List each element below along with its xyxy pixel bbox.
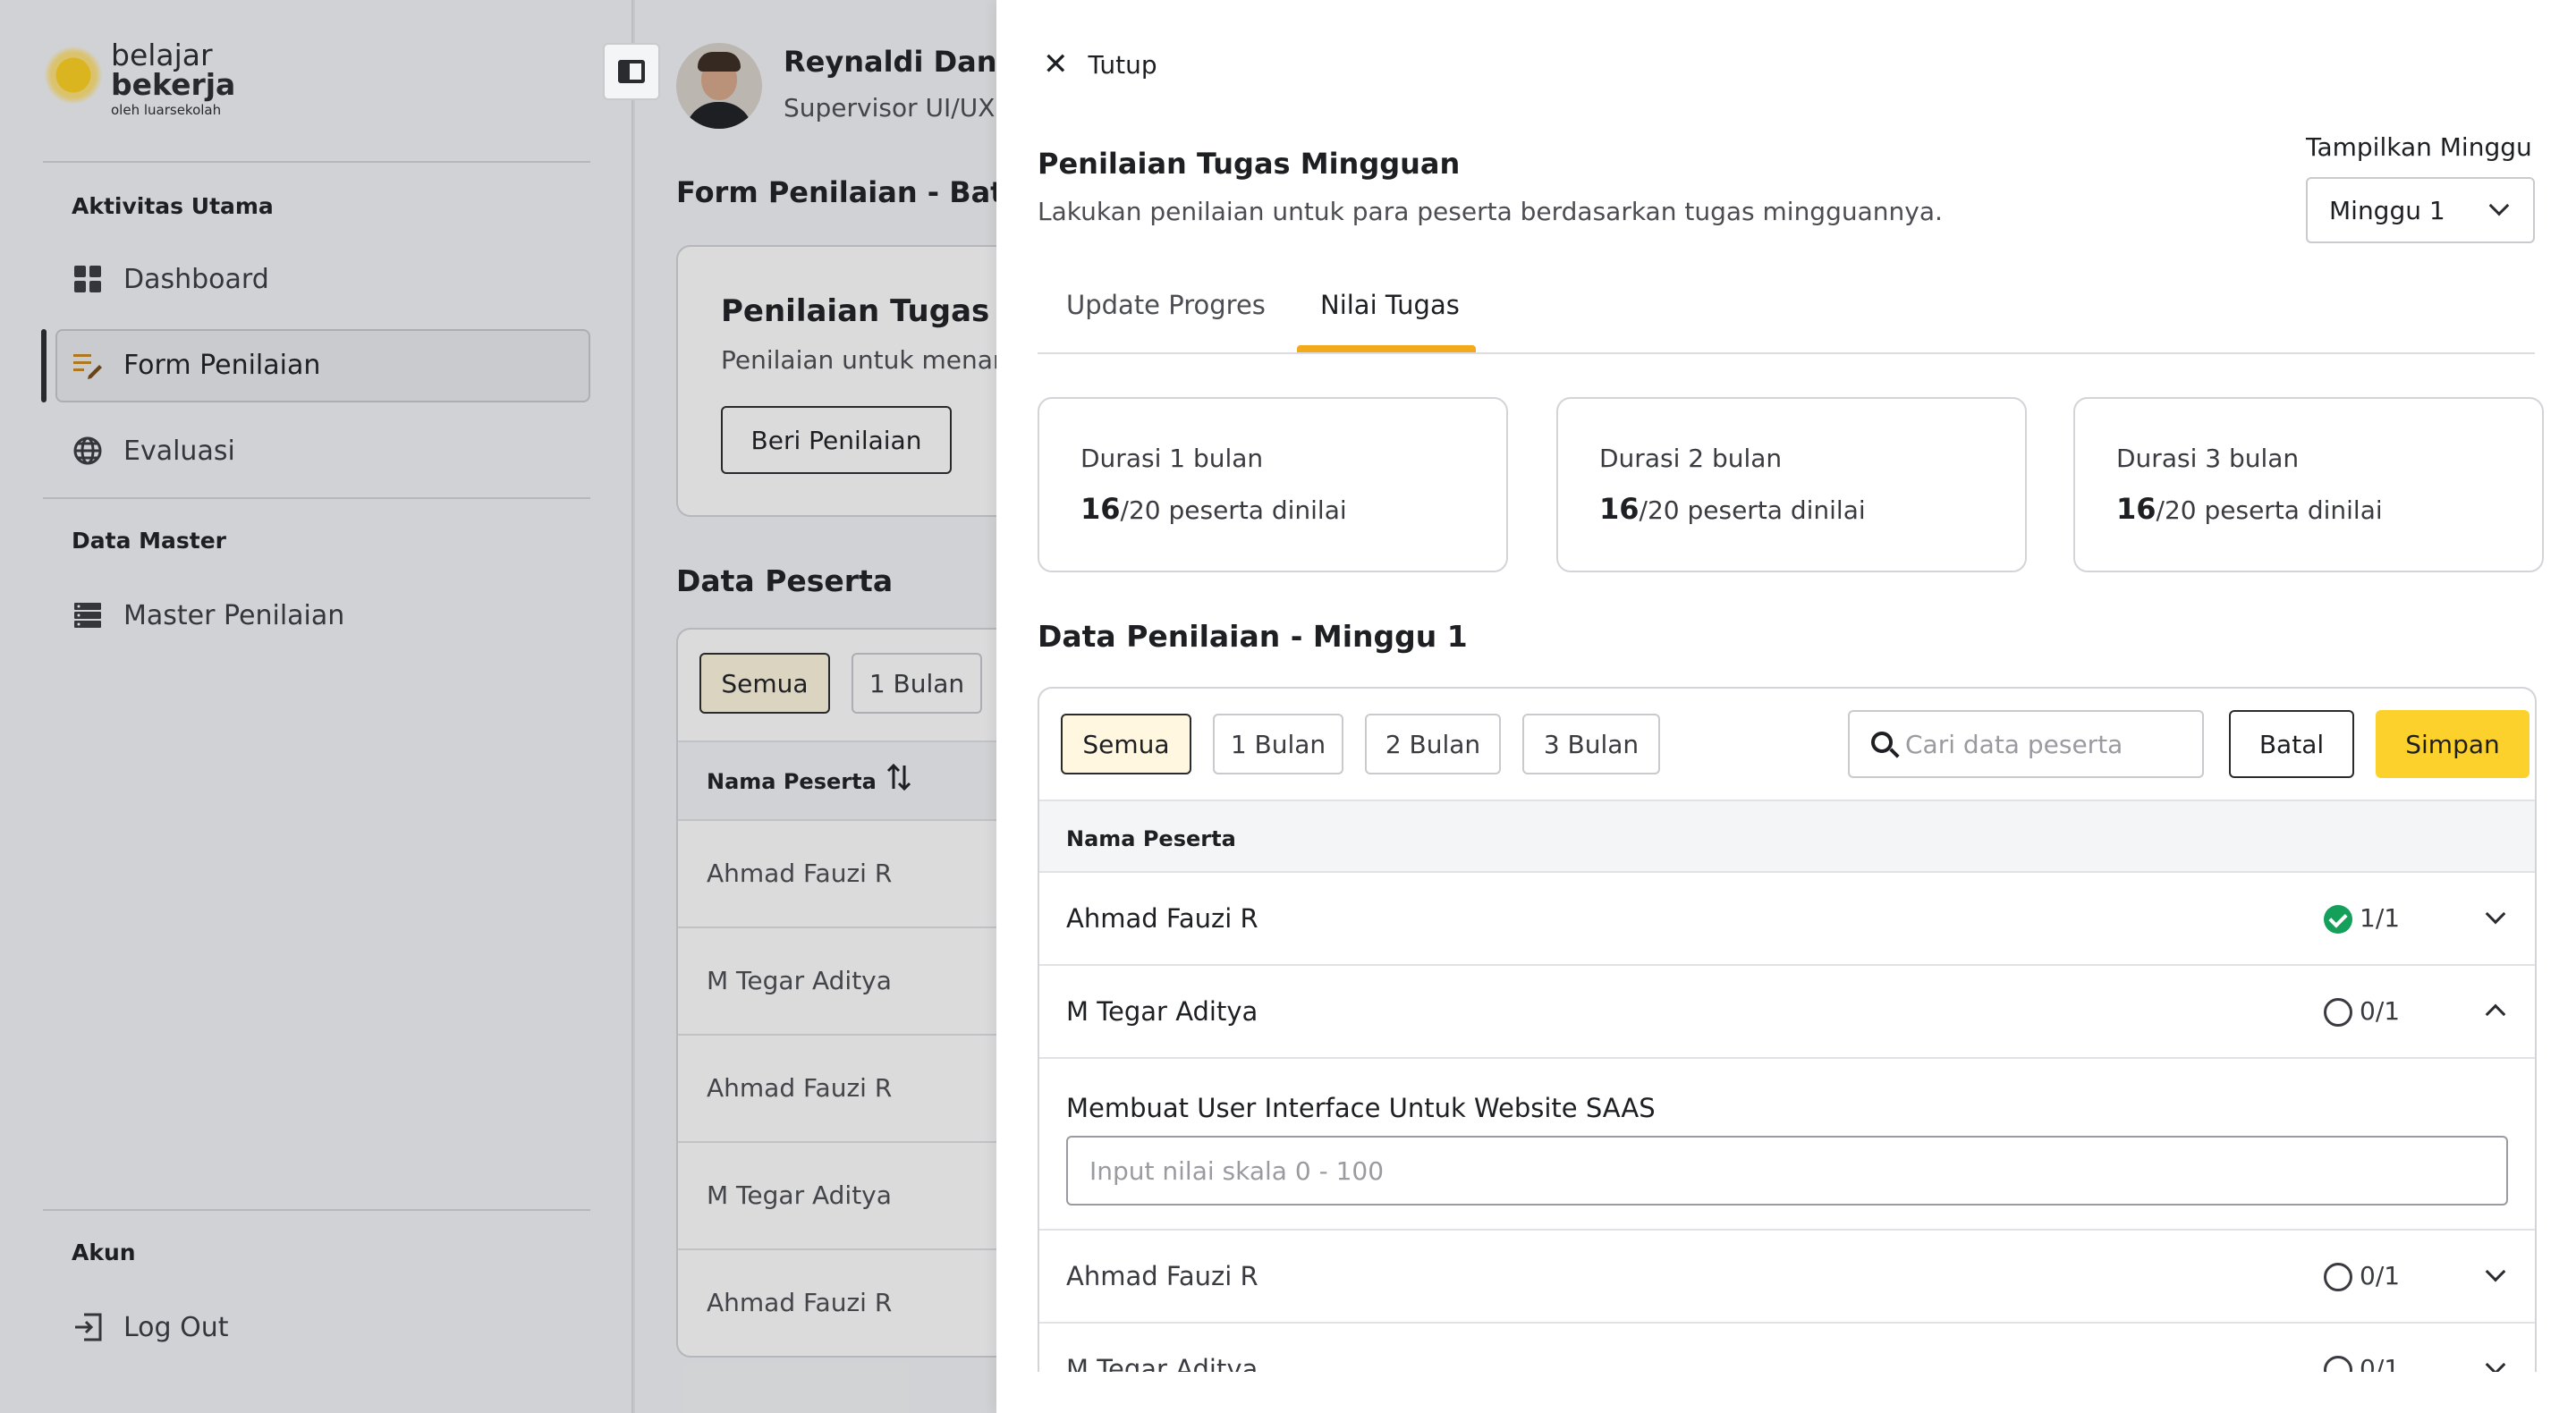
participant-name: M Tegar Aditya [1066,996,1258,1027]
week-select[interactable]: Minggu 1 [2306,177,2535,243]
save-button[interactable]: Simpan [2376,710,2529,778]
assessment-drawer: ✕ Tutup Penilaian Tugas Mingguan Lakukan… [996,0,2576,1413]
table-row[interactable]: Ahmad Fauzi R 0/1 [1039,1231,2535,1324]
chevron-down-icon [2488,195,2510,216]
empty-circle-icon [2324,998,2352,1027]
close-icon: ✕ [1043,47,1069,82]
stat-card-3-bulan: Durasi 3 bulan 16/20 peserta dinilai [2073,397,2544,572]
search-placeholder: Cari data peserta [1905,729,2123,759]
empty-circle-icon [2324,1263,2352,1291]
chevron-up-icon[interactable] [2485,1003,2506,1025]
participant-score: 1/1 [2360,903,2401,933]
filter-3-bulan[interactable]: 3 Bulan [1522,714,1660,774]
stat-label: Durasi 2 bulan [1599,444,1783,473]
chevron-down-icon[interactable] [2485,903,2506,925]
stat-card-1-bulan: Durasi 1 bulan 16/20 peserta dinilai [1038,397,1508,572]
check-circle-icon [2324,905,2352,934]
filter-2-bulan[interactable]: 2 Bulan [1365,714,1501,774]
expanded-task-panel: Membuat User Interface Untuk Website SAA… [1039,1059,2535,1231]
score-input[interactable] [1066,1136,2508,1206]
drawer-title: Penilaian Tugas Mingguan [1038,147,1461,181]
column-header-name: Nama Peserta [1066,826,1236,851]
stat-value: 16/20 peserta dinilai [1080,492,1347,526]
participant-score: 0/1 [2360,996,2401,1026]
drawer-subtitle: Lakukan penilaian untuk para peserta ber… [1038,197,1943,226]
tab-nilai-tugas[interactable]: Nilai Tugas [1320,290,1460,320]
table-row[interactable]: Ahmad Fauzi R 1/1 [1039,873,2535,966]
participant-score: 0/1 [2360,1354,2401,1372]
close-label: Tutup [1088,49,1157,80]
table-row-expanded[interactable]: M Tegar Aditya 0/1 [1039,966,2535,1059]
tab-update-progres[interactable]: Update Progres [1066,290,1266,320]
active-tab-indicator [1297,345,1476,352]
sidebar-toggle-icon [618,60,645,83]
table-row[interactable]: M Tegar Aditya 0/1 [1039,1324,2535,1372]
sidebar-collapse-button[interactable] [603,43,660,100]
participant-name: M Tegar Aditya [1066,1354,1258,1372]
week-select-value: Minggu 1 [2329,195,2445,225]
participant-name: Ahmad Fauzi R [1066,1261,1258,1291]
filter-1-bulan[interactable]: 1 Bulan [1213,714,1343,774]
empty-circle-icon [2324,1356,2352,1372]
stat-card-2-bulan: Durasi 2 bulan 16/20 peserta dinilai [1556,397,2027,572]
filter-semua[interactable]: Semua [1061,714,1191,774]
cancel-button[interactable]: Batal [2229,710,2354,778]
participant-score: 0/1 [2360,1261,2401,1290]
table-header: Nama Peserta [1039,800,2535,873]
assessment-table: Semua 1 Bulan 2 Bulan 3 Bulan Cari data … [1038,687,2537,1372]
search-input[interactable]: Cari data peserta [1848,710,2204,778]
task-label: Membuat User Interface Untuk Website SAA… [1066,1093,1656,1123]
stat-label: Durasi 1 bulan [1080,444,1264,473]
participant-name: Ahmad Fauzi R [1066,903,1258,934]
chevron-down-icon[interactable] [2485,1261,2506,1282]
stat-value: 16/20 peserta dinilai [2116,492,2383,526]
data-penilaian-title: Data Penilaian - Minggu 1 [1038,619,1468,654]
tab-bar: Update Progres Nilai Tugas [1038,268,2535,354]
modal-backdrop[interactable] [0,0,996,1413]
stat-value: 16/20 peserta dinilai [1599,492,1866,526]
chevron-down-icon[interactable] [2485,1354,2506,1372]
search-icon [1871,732,1893,753]
close-button[interactable]: ✕ Tutup [1043,47,1157,82]
stat-label: Durasi 3 bulan [2116,444,2300,473]
week-select-label: Tampilkan Minggu [2306,132,2532,162]
